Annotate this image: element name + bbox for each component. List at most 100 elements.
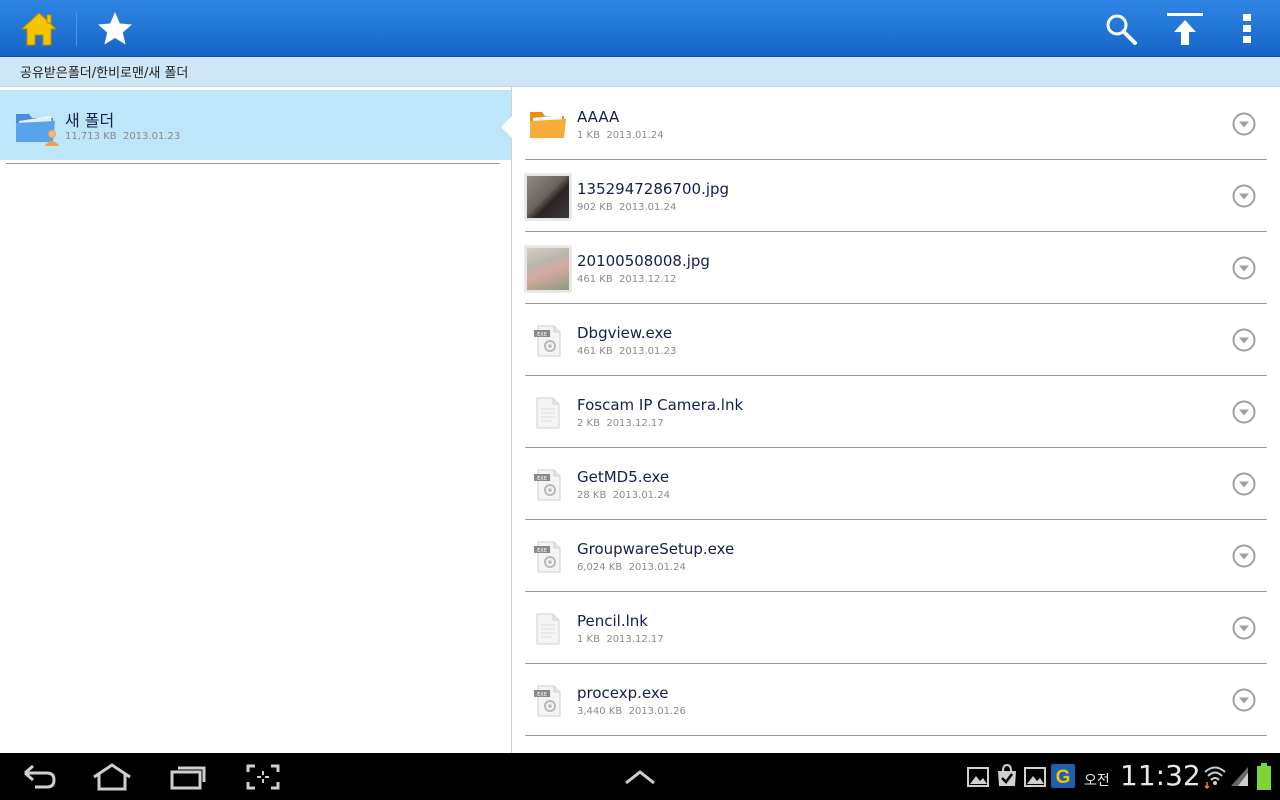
g-app-notification-icon[interactable]: G xyxy=(1051,764,1075,788)
store-notification-icon[interactable] xyxy=(996,764,1018,788)
folder-size: 11,713 KB xyxy=(65,131,117,142)
chevron-down-icon xyxy=(1232,112,1256,136)
item-options-button[interactable] xyxy=(1232,256,1256,280)
chevron-down-icon xyxy=(1232,688,1256,712)
document-icon xyxy=(525,606,571,652)
wifi-icon xyxy=(1204,766,1226,789)
image-notification-icon[interactable] xyxy=(1024,766,1046,788)
file-meta: 902 KB 2013.01.24 xyxy=(577,202,676,213)
home-nav-button[interactable] xyxy=(90,761,134,793)
svg-text:EXE: EXE xyxy=(537,332,547,338)
file-row[interactable]: EXE Dbgview.exe 461 KB 2013.01.23 xyxy=(512,304,1280,376)
recent-apps-icon xyxy=(170,766,206,790)
file-row[interactable]: Pencil.lnk 1 KB 2013.12.17 xyxy=(512,592,1280,664)
file-size: 461 KB xyxy=(577,274,613,285)
app-tray-button[interactable] xyxy=(620,761,660,793)
exe-file-icon: EXE xyxy=(525,534,571,580)
home-outline-icon xyxy=(93,763,131,791)
item-options-button[interactable] xyxy=(1232,184,1256,208)
search-icon xyxy=(1106,14,1137,45)
breadcrumb-path[interactable]: 공유받은폴더/한비로맨/새 폴더 xyxy=(20,62,188,81)
file-date: 2013.12.12 xyxy=(619,274,677,285)
file-row[interactable]: EXE GroupwareSetup.exe 6,024 KB 2013.01.24 xyxy=(512,520,1280,592)
breadcrumb: 공유받은폴더/한비로맨/새 폴더 xyxy=(0,57,1280,87)
svg-text:EXE: EXE xyxy=(537,692,547,698)
chevron-down-icon xyxy=(1232,544,1256,568)
file-date: 2013.12.17 xyxy=(606,634,664,645)
file-name: Dbgview.exe xyxy=(577,324,673,342)
shared-folder-icon xyxy=(15,108,61,152)
overflow-menu-button[interactable] xyxy=(1230,0,1264,57)
item-options-button[interactable] xyxy=(1232,616,1256,640)
selection-pointer xyxy=(501,116,512,138)
clock-time[interactable]: 11:32 xyxy=(1120,759,1201,792)
file-row[interactable]: AAAA 1 KB 2013.01.24 xyxy=(512,88,1280,160)
screenshot-button[interactable] xyxy=(242,761,284,793)
screenshot-icon xyxy=(246,764,280,790)
selected-folder-item[interactable]: 새 폴더 11,713 KB 2013.01.23 xyxy=(0,90,512,160)
exe-file-icon: EXE xyxy=(525,462,571,508)
file-name: Pencil.lnk xyxy=(577,612,648,630)
toolbar-divider xyxy=(76,12,77,46)
folder-meta: 11,713 KB 2013.01.23 xyxy=(65,131,180,142)
item-options-button[interactable] xyxy=(1232,472,1256,496)
file-row[interactable]: 1352947286700.jpg 902 KB 2013.01.24 xyxy=(512,160,1280,232)
gallery-notification-icon[interactable] xyxy=(967,766,989,788)
search-button[interactable] xyxy=(1098,0,1144,57)
file-meta: 1 KB 2013.12.17 xyxy=(577,634,664,645)
file-row[interactable]: EXE GetMD5.exe 28 KB 2013.01.24 xyxy=(512,448,1280,520)
file-list: AAAA 1 KB 2013.01.24 1352947286700.jpg 902 … xyxy=(512,87,1280,753)
file-date: 2013.01.24 xyxy=(628,562,686,573)
file-meta: 461 KB 2013.01.23 xyxy=(577,346,676,357)
file-size: 1 KB xyxy=(577,130,600,141)
item-options-button[interactable] xyxy=(1232,328,1256,352)
upload-button[interactable] xyxy=(1162,0,1208,57)
signal-strength-icon xyxy=(1231,767,1248,786)
file-size: 28 KB xyxy=(577,490,607,501)
chevron-down-icon xyxy=(1232,472,1256,496)
item-options-button[interactable] xyxy=(1232,688,1256,712)
item-options-button[interactable] xyxy=(1232,400,1256,424)
item-options-button[interactable] xyxy=(1232,544,1256,568)
overflow-menu-icon xyxy=(1243,13,1251,43)
svg-text:EXE: EXE xyxy=(537,548,547,554)
file-meta: 1 KB 2013.01.24 xyxy=(577,130,664,141)
back-icon xyxy=(24,764,56,789)
file-size: 2 KB xyxy=(577,418,600,429)
home-button[interactable] xyxy=(14,0,64,57)
exe-file-icon: EXE xyxy=(525,318,571,364)
item-options-button[interactable] xyxy=(1232,112,1256,136)
favorites-button[interactable] xyxy=(90,0,140,57)
file-meta: 6,024 KB 2013.01.24 xyxy=(577,562,686,573)
action-bar xyxy=(0,0,1280,57)
svg-text:EXE: EXE xyxy=(537,476,547,482)
file-date: 2013.01.24 xyxy=(619,202,677,213)
folder-tree-pane: 새 폴더 11,713 KB 2013.01.23 xyxy=(0,87,512,753)
folder-date: 2013.01.23 xyxy=(122,131,181,142)
file-date: 2013.01.23 xyxy=(619,346,677,357)
file-row[interactable]: 20100508008.jpg 461 KB 2013.12.12 xyxy=(512,232,1280,304)
file-name: 20100508008.jpg xyxy=(577,252,710,270)
file-row[interactable]: Foscam IP Camera.lnk 2 KB 2013.12.17 xyxy=(512,376,1280,448)
folder-name: 새 폴더 xyxy=(65,111,115,130)
file-date: 2013.01.24 xyxy=(612,490,670,501)
file-meta: 2 KB 2013.12.17 xyxy=(577,418,664,429)
file-meta: 28 KB 2013.01.24 xyxy=(577,490,670,501)
chevron-up-icon xyxy=(625,770,655,785)
back-button[interactable] xyxy=(18,761,60,793)
battery-icon xyxy=(1257,763,1271,790)
upload-icon xyxy=(1167,12,1203,45)
file-name: AAAA xyxy=(577,108,620,126)
chevron-down-icon xyxy=(1232,400,1256,424)
exe-file-icon: EXE xyxy=(525,678,571,724)
divider xyxy=(6,163,500,164)
file-date: 2013.01.24 xyxy=(606,130,664,141)
star-icon xyxy=(98,11,132,44)
svg-text:G: G xyxy=(1056,767,1071,788)
file-name: Foscam IP Camera.lnk xyxy=(577,396,744,414)
file-name: 1352947286700.jpg xyxy=(577,180,730,198)
file-size: 461 KB xyxy=(577,346,613,357)
file-size: 3,440 KB xyxy=(577,706,623,717)
recent-apps-button[interactable] xyxy=(166,761,210,793)
file-row[interactable]: EXE procexp.exe 3,440 KB 2013.01.26 xyxy=(512,664,1280,736)
